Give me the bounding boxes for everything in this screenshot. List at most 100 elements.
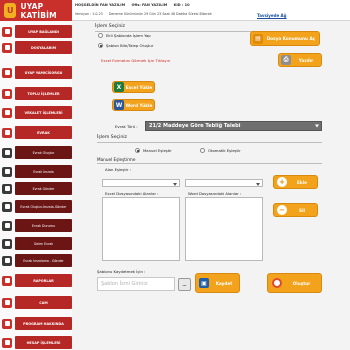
radio-create-template[interactable]: Şablon Bile/Talep Oluştur [98,43,153,48]
sidebar-item-uyap-sorgu[interactable]: UYAP YAMICİSORGU [0,66,72,79]
sidebar-item-evrak-imzala[interactable]: Evrak İmzala [0,165,72,178]
sidebar-item-evrak-olustur[interactable]: Evrak Oluştur [0,146,72,159]
radio-auto-match[interactable]: Otomatik Eşleştir [200,148,241,153]
sidebar-item-toplu-islemler[interactable]: TOPLU İŞLEMLER [0,87,72,100]
word-field-dropdown[interactable] [185,179,263,187]
sidebar-item-label: Evrak Durumu [15,219,72,232]
radio-dot[interactable] [135,148,140,153]
version-info: Versiyon : 1.0.23 Deneme Sürümünün 29 Gü… [75,12,217,16]
printer-icon: ⎙ [281,55,291,65]
radio-label: Otomatik Eşleştir [208,148,241,153]
sidebar-item-raporlar[interactable]: RAPORLAR [0,274,72,287]
sidebar-item-cam[interactable]: CAM [0,296,72,309]
button-label: Ekle [297,179,307,185]
sidebar-item-label: HESAP İŞLEMLERİ [15,336,72,349]
template-name-input[interactable]: Şablon İsmi Giriniz [97,277,175,291]
sidebar-item-program-hakkinda[interactable]: PROGRAM HAKKINDA [0,317,72,330]
sidebar-item-hesap-islemleri[interactable]: HESAP İŞLEMLERİ [0,336,72,349]
chevron-down-icon [256,182,260,186]
sidebar-item-label: TOPLU İŞLEMLER [15,87,72,100]
excel-icon: X [114,82,124,92]
sidebar-item-olustur-imzala-gonder[interactable]: Evrak Oluştur-İmzala-Gönder [0,200,72,213]
sidebar-item-label: DOSYALARIM [15,41,72,54]
chevron-down-icon [315,124,319,128]
trial-text: Deneme Sürümünün 29 Gün 23 Saat 48 Dakik… [108,12,212,16]
word-fields-list[interactable] [185,197,263,261]
save-template-label: Şablonu Kaydetmek İçin : [97,269,146,274]
sidebar-item-gelen-evrak[interactable]: Gelen Evrak [0,237,72,250]
user-info: HOŞGELDİN FAN YAZILIM Ofis: FAN YAZILIM … [75,3,195,7]
field-match-label: Alan Eşleştir : [105,167,131,172]
sidebar-item-dosyalarim[interactable]: DOSYALARIM [0,41,72,54]
sidebar-item-imzalama-gonder[interactable]: Evrak İmzalama - Gönder [0,254,72,267]
sidebar-item-label: UYAP YAMICİSORGU [15,66,72,79]
document-type-label: Evrak Türü : [115,124,138,129]
sidebar-item-evrak-durumu[interactable]: Evrak Durumu [0,219,72,232]
excel-format-warning[interactable]: Excel Formatını Görmek İçin Tıklayın [101,58,170,63]
sidebar-item-vekalet[interactable]: VEKALET İŞLEMLERİ [0,106,72,119]
sidebar-item-label: PROGRAM HAKKINDA [15,317,72,330]
button-label: Oluştur [292,280,311,286]
sidebar: UYAP BAĞLANDI DOSYALARIM UYAP YAMICİSORG… [0,21,72,350]
open-file-location-button[interactable]: ▤ Dosya Konumunu Aç [250,31,320,46]
list-icon [2,88,12,99]
sidebar-item-label: Evrak Oluştur-İmzala-Gönder [15,200,72,213]
folder-icon: ▤ [253,33,263,44]
radio-label: Manuel Eşleştir [143,148,172,153]
excel-field-dropdown[interactable] [102,179,180,187]
logo-mark-icon: U [4,3,17,18]
button-label: Word Yükle [125,102,153,108]
top-bar: U UYAP KATİBİM HOŞGELDİN FAN YAZILIM Ofi… [0,0,350,21]
plus-icon: + [277,177,287,187]
button-label: Dosya Konumunu Aç [266,36,316,41]
sidebar-item-evrak-gonder[interactable]: Evrak Gönder [0,182,72,195]
version-text: Versiyon : 1.0.23 [75,12,103,16]
sidebar-item-label: Gelen Evrak [15,237,72,250]
delete-button[interactable]: − Sil [273,203,318,217]
excel-upload-button[interactable]: X Excel Yükle [112,81,155,93]
minus-icon: − [277,205,287,215]
sidebar-item-label: Evrak İmzala [15,165,72,178]
section-title-manual: Manuel Eşleştirme [97,157,136,162]
info-icon [2,318,12,329]
create-button[interactable]: Oluştur [267,273,322,293]
signature-icon [2,255,12,266]
add-button[interactable]: + Ekle [273,175,318,189]
save-button[interactable]: ▣ Kaydet [195,273,240,293]
sidebar-item-label: UYAP BAĞLANDI [15,25,72,38]
radio-dot[interactable] [200,148,205,153]
app-title: UYAP KATİBİM [20,1,57,20]
browse-icon[interactable]: … [178,278,191,291]
divider [97,163,322,164]
radio-manual-match[interactable]: Manuel Eşleştir [135,148,172,153]
word-upload-button[interactable]: W Word Yükle [112,99,155,111]
status-icon [2,220,12,231]
sidebar-item-evrak[interactable]: EVRAK [0,126,72,139]
print-button[interactable]: ⎙ Yazdır [278,53,322,67]
excel-fields-list[interactable] [102,197,180,261]
radio-dot[interactable] [98,43,103,48]
feedback-link[interactable]: Tavsiyede Ağ [257,13,287,18]
sidebar-item-label: EVRAK [15,126,72,139]
document-type-select[interactable]: 21/2 Maddeye Göre Tebliğ Talebi [145,121,322,131]
chart-icon [2,275,12,286]
radio-dot[interactable] [98,33,103,38]
radio-blank-template[interactable]: Ekli Şablonda İşlem Yap [98,33,151,38]
chevron-down-icon [173,182,177,186]
folder-icon [2,42,12,53]
sidebar-item-label: Evrak Oluştur [15,146,72,159]
section-title-islem-2: İşlem Seçiniz [97,135,127,140]
camera-icon [2,297,12,308]
divider [97,142,322,143]
pencil-icon [2,147,12,158]
section-title-islem: İşlem Seçiniz [95,24,125,29]
button-label: Sil [299,207,305,213]
user-icon [2,337,12,348]
app-logo: U UYAP KATİBİM [0,0,72,21]
plug-icon [2,26,12,37]
sidebar-item-uyap-baglandi[interactable]: UYAP BAĞLANDI [0,25,72,38]
search-icon [2,67,12,78]
file-icon [2,127,12,138]
word-icon: W [114,100,124,110]
office-text: Ofis: FAN YAZILIM [131,3,168,7]
